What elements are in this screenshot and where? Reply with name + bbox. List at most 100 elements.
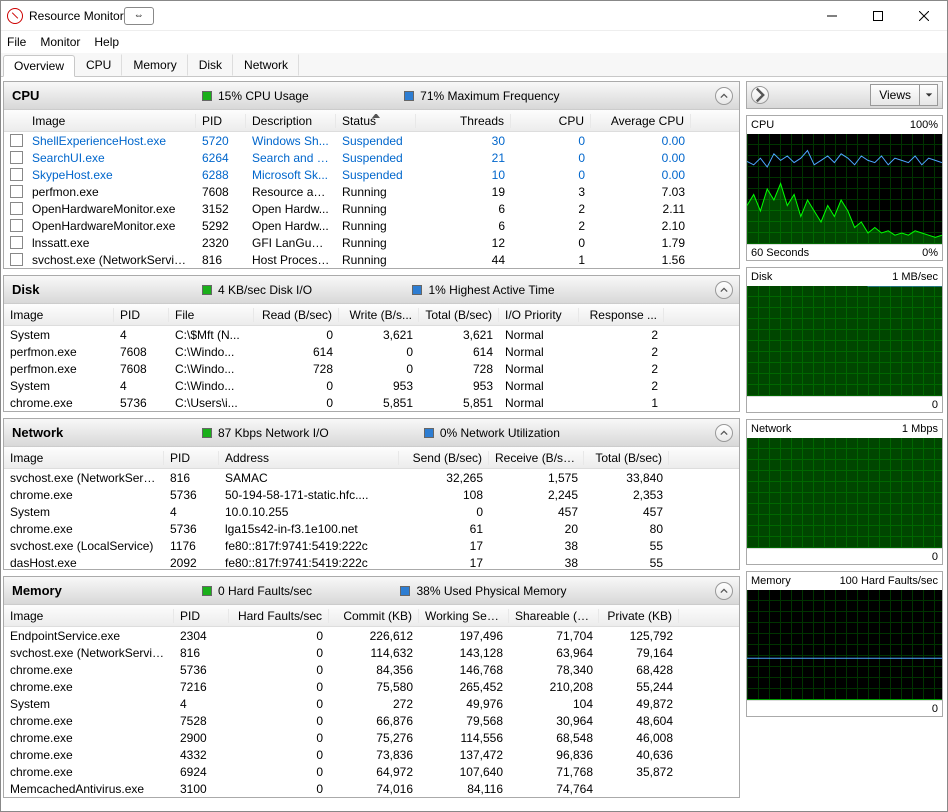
column-header[interactable]: I/O Priority [499,308,579,322]
column-header[interactable]: Image [4,308,114,322]
close-button[interactable] [901,1,947,31]
disk-table-header[interactable]: ImagePIDFileRead (B/sec)Write (B/s...Tot… [4,304,739,326]
memory-table-header[interactable]: ImagePIDHard Faults/secCommit (KB)Workin… [4,605,739,627]
table-row[interactable]: dasHost.exe2092fe80::817f:9741:5419:222c… [4,554,739,569]
tab-disk[interactable]: Disk [188,54,233,76]
row-checkbox[interactable] [10,168,23,181]
menu-file[interactable]: File [7,35,26,49]
column-header[interactable]: Average CPU [591,114,691,128]
column-header[interactable]: PID [114,308,169,322]
row-checkbox[interactable] [10,134,23,147]
column-header[interactable]: Image [4,609,174,623]
table-row[interactable]: System410.0.10.2550457457 [4,503,739,520]
tab-memory[interactable]: Memory [122,54,187,76]
table-row[interactable]: svchost.exe (LocalService)1176fe80::817f… [4,537,739,554]
column-header[interactable]: Read (B/sec) [254,308,339,322]
column-header[interactable]: PID [196,114,246,128]
disk-table-body[interactable]: System4C:\$Mft (N...03,6213,621Normal2pe… [4,326,739,411]
column-header[interactable]: Image [4,451,164,465]
network-collapse-button[interactable] [715,424,733,442]
tab-cpu[interactable]: CPU [75,54,122,76]
column-header[interactable]: Hard Faults/sec [229,609,329,623]
cell: 2 [579,362,664,376]
table-row[interactable]: chrome.exe4332073,836137,47296,83640,636 [4,746,739,763]
row-checkbox[interactable] [10,253,23,266]
column-header[interactable]: Write (B/s... [339,308,419,322]
table-row[interactable]: perfmon.exe7608C:\Windo...7280728Normal2 [4,360,739,377]
network-table-header[interactable]: ImagePIDAddressSend (B/sec)Receive (B/se… [4,447,739,469]
column-header[interactable]: Image [26,114,196,128]
column-header[interactable]: Total (B/sec) [419,308,499,322]
network-table-body[interactable]: svchost.exe (NetworkService)816SAMAC32,2… [4,469,739,569]
table-row[interactable]: chrome.exe6924064,972107,64071,76835,872 [4,763,739,780]
charts-expand-button[interactable] [751,86,769,104]
cpu-collapse-button[interactable] [715,87,733,105]
table-row[interactable]: chrome.exe7528066,87679,56830,96448,604 [4,712,739,729]
column-header[interactable]: Send (B/sec) [399,451,489,465]
table-row[interactable]: System4C:\$Mft (N...03,6213,621Normal2 [4,326,739,343]
table-row[interactable]: chrome.exe2900075,276114,55668,54846,008 [4,729,739,746]
column-header[interactable]: Commit (KB) [329,609,419,623]
maximize-button[interactable] [855,1,901,31]
cell: 2 [579,379,664,393]
row-checkbox[interactable] [10,185,23,198]
table-row[interactable]: SearchUI.exe6264Search and C...Suspended… [4,149,739,166]
table-row[interactable]: perfmon.exe7608C:\Windo...6140614Normal2 [4,343,739,360]
table-row[interactable]: OpenHardwareMonitor.exe3152Open Hardw...… [4,200,739,217]
views-button[interactable]: Views [870,84,920,106]
memory-collapse-button[interactable] [715,582,733,600]
menu-help[interactable]: Help [94,35,119,49]
tab-overview[interactable]: Overview [3,55,75,77]
column-header[interactable]: PID [174,609,229,623]
column-header[interactable]: Working Set ... [419,609,509,623]
table-row[interactable]: System4C:\Windo...0953953Normal2 [4,377,739,394]
table-row[interactable]: svchost.exe (NetworkService)816SAMAC32,2… [4,469,739,486]
disk-panel-header[interactable]: Disk 4 KB/sec Disk I/O 1% Highest Active… [4,276,739,304]
table-row[interactable]: ShellExperienceHost.exe5720Windows Sh...… [4,132,739,149]
column-header[interactable]: Threads [416,114,511,128]
tab-network[interactable]: Network [233,54,299,76]
cell: 7608 [114,362,169,376]
restore-drag-icon[interactable]: ⇔ [124,7,154,25]
row-checkbox[interactable] [10,202,23,215]
cpu-panel-header[interactable]: CPU 15% CPU Usage 71% Maximum Frequency [4,82,739,110]
menu-monitor[interactable]: Monitor [40,35,80,49]
column-header[interactable]: Private (KB) [599,609,679,623]
row-checkbox[interactable] [10,151,23,164]
column-header[interactable]: File [169,308,254,322]
views-dropdown-button[interactable] [920,84,938,106]
column-header[interactable]: CPU [511,114,591,128]
cpu-table-header[interactable]: ImagePIDDescriptionStatusThreadsCPUAvera… [4,110,739,132]
table-row[interactable]: chrome.exe5736084,356146,76878,34068,428 [4,661,739,678]
column-header[interactable]: Shareable (KB) [509,609,599,623]
column-header[interactable]: Total (B/sec) [584,451,669,465]
column-header[interactable]: Description [246,114,336,128]
table-row[interactable]: OpenHardwareMonitor.exe5292Open Hardw...… [4,217,739,234]
table-row[interactable]: chrome.exe7216075,580265,452210,20855,24… [4,678,739,695]
row-checkbox[interactable] [10,219,23,232]
column-header[interactable]: Response ... [579,308,664,322]
table-row[interactable]: svchost.exe (NetworkService)816Host Proc… [4,251,739,268]
table-row[interactable]: chrome.exe5736lga15s42-in-f3.1e100.net61… [4,520,739,537]
column-header[interactable]: Receive (B/sec) [489,451,584,465]
table-row[interactable]: chrome.exe573650-194-58-171-static.hfc..… [4,486,739,503]
cell: 4 [174,697,229,711]
disk-collapse-button[interactable] [715,281,733,299]
table-row[interactable]: lnssatt.exe2320GFI LanGuar...Running1201… [4,234,739,251]
table-row[interactable]: chrome.exe5736C:\Users\i...05,8515,851No… [4,394,739,411]
column-header[interactable]: PID [164,451,219,465]
table-row[interactable]: System4027249,97610449,872 [4,695,739,712]
table-row[interactable]: SkypeHost.exe6288Microsoft Sk...Suspende… [4,166,739,183]
cpu-table-body[interactable]: ShellExperienceHost.exe5720Windows Sh...… [4,132,739,268]
minimize-button[interactable] [809,1,855,31]
table-row[interactable]: MemcachedAntivirus.exe3100074,01684,1167… [4,780,739,797]
column-header[interactable]: Status [336,114,416,128]
row-checkbox[interactable] [10,236,23,249]
memory-panel-header[interactable]: Memory 0 Hard Faults/sec 38% Used Physic… [4,577,739,605]
memory-table-body[interactable]: EndpointService.exe23040226,612197,49671… [4,627,739,797]
table-row[interactable]: svchost.exe (NetworkService)8160114,6321… [4,644,739,661]
table-row[interactable]: EndpointService.exe23040226,612197,49671… [4,627,739,644]
column-header[interactable]: Address [219,451,399,465]
table-row[interactable]: perfmon.exe7608Resource an...Running1937… [4,183,739,200]
network-panel-header[interactable]: Network 87 Kbps Network I/O 0% Network U… [4,419,739,447]
